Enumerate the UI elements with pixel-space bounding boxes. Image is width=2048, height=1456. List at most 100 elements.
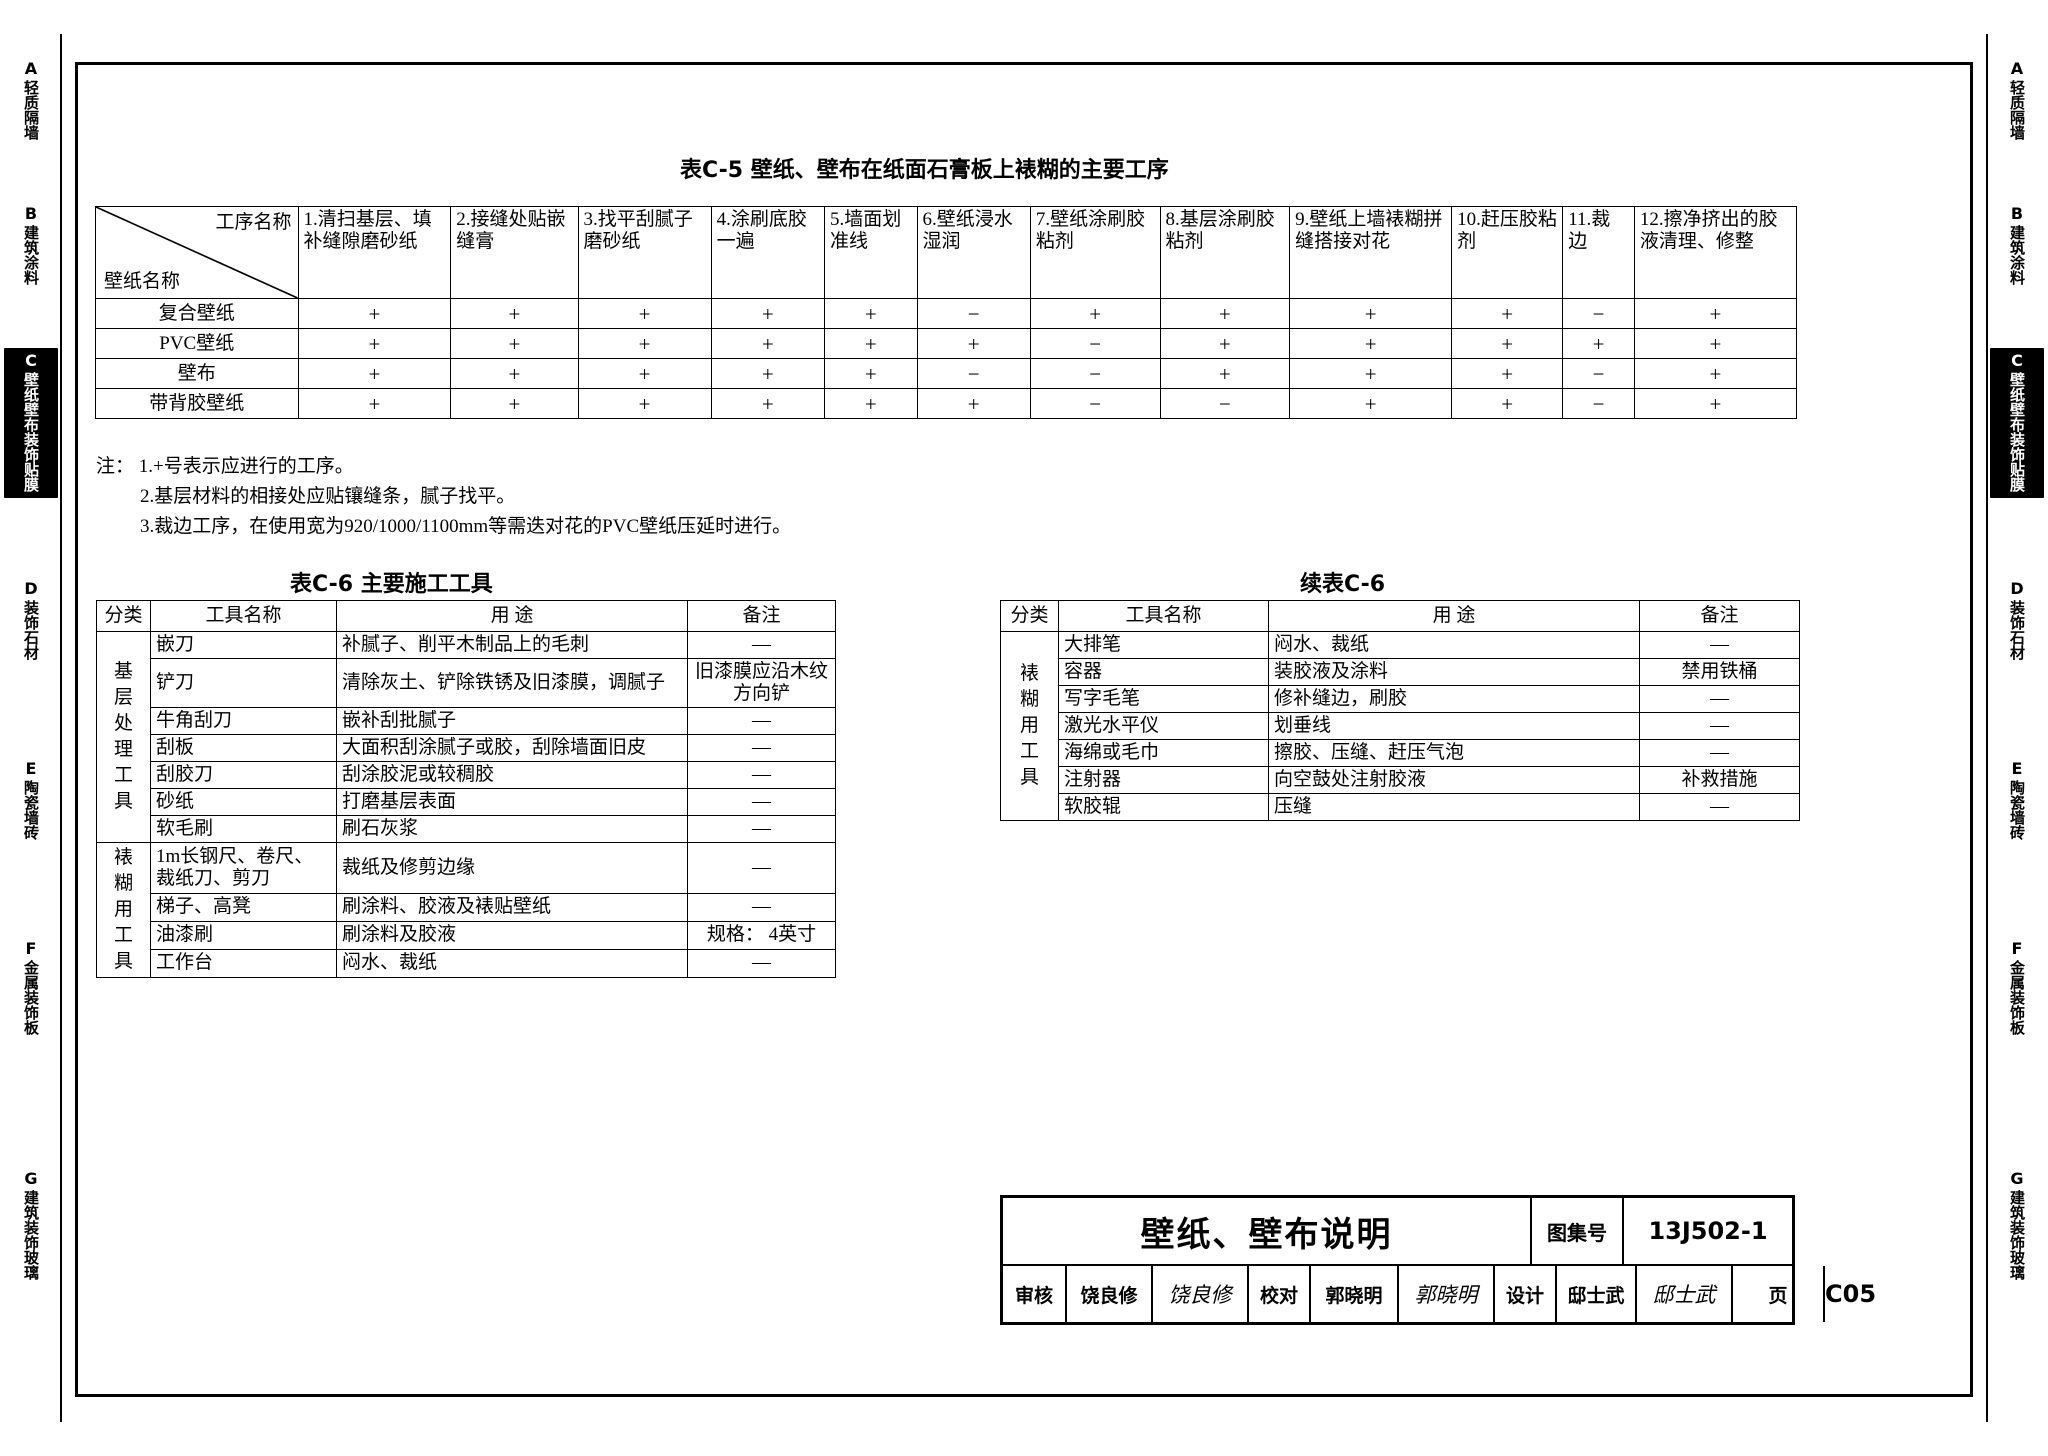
drawing-name: 壁纸、壁布说明 — [1140, 1214, 1393, 1255]
table-c5-cell-mark: + — [1633, 298, 1798, 329]
table-c5-cell-mark: + — [297, 328, 452, 359]
table-c6-tool-remark: — — [687, 892, 836, 922]
table-c6-continued-row: 激光水平仪 划垂线 — — [1001, 712, 1800, 740]
table-c5-cell-mark: + — [450, 328, 579, 359]
table-c6-continued-tool-remark: — — [1639, 685, 1800, 713]
table-c6-tool-use: 补腻子、削平木制品上的毛刺 — [336, 631, 688, 659]
table-c5-cell-mark: + — [1451, 358, 1564, 389]
table-c5-column-header: 7.壁纸涂刷胶粘剂 — [1029, 206, 1161, 299]
side-tab-d-left[interactable]: D 装饰石材 — [4, 579, 58, 661]
side-tab-b-left[interactable]: B 建筑涂料 — [4, 205, 58, 286]
table-c5-cell-mark: + — [916, 388, 1031, 419]
table-c5-cell-mark: + — [1633, 388, 1798, 419]
table-c5-row-name: PVC壁纸 — [95, 328, 299, 359]
side-tab-a-left[interactable]: A 轻质隔墙 — [4, 59, 58, 141]
table-c6-tool-use: 裁纸及修剪边缘 — [336, 842, 688, 894]
side-tab-label: 金属装饰板 — [2008, 960, 2026, 1035]
side-tab-letter: D — [24, 579, 38, 598]
side-tab-a-right[interactable]: A 轻质隔墙 — [1990, 60, 2044, 141]
table-c5-cell-mark: + — [1289, 358, 1453, 389]
table-c5-cell-mark: + — [297, 358, 452, 389]
table-c6-continued-tool-remark: — — [1639, 793, 1800, 821]
side-tab-label: 陶瓷墙砖 — [22, 780, 40, 840]
table-c5-column-header: 4.涂刷底胶一遍 — [710, 206, 825, 299]
side-tab-letter: A — [24, 59, 38, 78]
side-tab-label: 建筑涂料 — [2008, 225, 2026, 285]
table-c5-column-header: 8.基层涂刷胶粘剂 — [1159, 206, 1291, 299]
side-index-right: A 轻质隔墙 B 建筑涂料 C 壁纸壁布装饰贴膜 D 装饰石材 E 陶瓷墙砖 F… — [1986, 0, 2048, 1456]
corner-label-top: 工序名称 — [215, 212, 292, 233]
table-c6-continued-tool-name: 软胶辊 — [1058, 793, 1269, 821]
side-tab-label: 装饰石材 — [22, 600, 40, 660]
table-c5-cell-mark: + — [577, 358, 712, 389]
table-c5-row: 带背胶壁纸 + + + + + + − − + + − + — [95, 388, 1798, 419]
table-c5-column-header: 11.裁边 — [1562, 206, 1635, 299]
table-c5-cell-mark: + — [1633, 328, 1798, 359]
table-c6-tool-remark: 旧漆膜应沿木纹方向铲 — [687, 658, 836, 708]
table-c5-column-header: 5.墙面划准线 — [823, 206, 918, 299]
table-c6-continued-column-header: 工具名称 — [1058, 600, 1269, 632]
side-tab-label: 陶瓷墙砖 — [2008, 780, 2026, 840]
table-c5-column-header: 10.赶压胶粘剂 — [1451, 206, 1564, 299]
table-c6-cont-title: 续表C-6 — [1300, 572, 1386, 597]
design-signature: 邸士武 — [1635, 1266, 1731, 1322]
side-tab-d-right[interactable]: D 装饰石材 — [1990, 580, 2044, 661]
table-c6-column-header: 分类 — [96, 600, 151, 632]
table-c6-row: 裱 糊 用 工 具 1m长钢尺、卷尺、裁纸刀、剪刀 裁纸及修剪边缘 — — [96, 842, 836, 978]
table-c5-column-header: 3.找平刮腻子磨砂纸 — [577, 206, 712, 299]
side-tab-g-left[interactable]: G 建筑装饰玻璃 — [4, 1170, 58, 1281]
table-c6-continued-category-cell: 裱 糊 用 工 具 — [1000, 631, 1059, 821]
side-tab-letter: F — [25, 939, 37, 958]
table-c5-cell-mark: − — [1159, 388, 1291, 419]
side-tab-label: 建筑装饰玻璃 — [22, 1190, 40, 1280]
table-c5-cell-mark: + — [823, 328, 918, 359]
table-c6-tool-name: 工作台 — [150, 948, 337, 979]
table-c6-continued-tool-remark: — — [1639, 631, 1800, 659]
table-c6-tool-name: 梯子、高凳 — [150, 892, 337, 922]
table-c6-continued-tool-use: 闷水、裁纸 — [1268, 631, 1640, 659]
note-line-3: 3.裁边工序，在使用宽为920/1000/1100mm等需迭对花的PVC壁纸压延… — [140, 516, 792, 537]
table-c5-cell-mark: + — [1451, 388, 1564, 419]
table-c6-tool-name: 软毛刷 — [150, 815, 337, 843]
table-c6-continued-row: 软胶辊 压缝 — — [1001, 793, 1800, 821]
table-c6-continued-tool-use: 压缝 — [1268, 793, 1640, 821]
table-c6-tool-name: 牛角刮刀 — [150, 707, 337, 735]
table-c5-cell-mark: + — [297, 388, 452, 419]
table-c6-tool-name: 砂纸 — [150, 788, 337, 816]
side-tab-letter: C — [2011, 351, 2023, 370]
table-c6-continued-tool-name: 激光水平仪 — [1058, 712, 1269, 740]
side-tab-e-left[interactable]: E 陶瓷墙砖 — [4, 760, 58, 841]
side-tab-b-right[interactable]: B 建筑涂料 — [1990, 205, 2044, 286]
table-c6-tool-remark: — — [687, 815, 836, 843]
table-c6-title: 表C-6 主要施工工具 — [290, 572, 493, 597]
atlas-number-label: 图集号 — [1530, 1198, 1622, 1264]
table-c5-cell-mark: + — [916, 328, 1031, 359]
table-c6-continued-tool-remark: — — [1639, 739, 1800, 767]
side-tab-c-right[interactable]: C 壁纸壁布装饰贴膜 — [1990, 348, 2044, 498]
table-c5-cell-mark: + — [710, 358, 825, 389]
side-tab-c-left[interactable]: C 壁纸壁布装饰贴膜 — [4, 348, 58, 498]
table-c5-cell-mark: + — [450, 358, 579, 389]
table-c5-row-name: 带背胶壁纸 — [95, 388, 299, 419]
design-name: 邸士武 — [1555, 1266, 1635, 1322]
table-c6-continued-header-row: 分类 工具名称用 途备注 — [1000, 600, 1800, 632]
table-c6-tool-remark: — — [687, 788, 836, 816]
table-c6-continued-row: 海绵或毛巾 擦胶、压缝、赶压气泡 — — [1001, 739, 1800, 767]
table-c6-tool-use: 大面积刮涂腻子或胶，刮除墙面旧皮 — [336, 734, 688, 762]
side-tab-g-right[interactable]: G 建筑装饰玻璃 — [1990, 1170, 2044, 1281]
table-c5-notes: 注： 1.+号表示应进行的工序。 2.基层材料的相接处应贴镶缝条，腻子找平。 3… — [96, 452, 791, 542]
table-c6-tool-name: 嵌刀 — [150, 631, 337, 659]
side-tab-e-right[interactable]: E 陶瓷墙砖 — [1990, 760, 2044, 841]
table-c5-cell-mark: + — [1029, 298, 1161, 329]
table-c6-continued-tool-use: 装胶液及涂料 — [1268, 658, 1640, 686]
side-tab-f-left[interactable]: F 金属装饰板 — [4, 939, 58, 1036]
table-c6-column-header: 工具名称 — [150, 600, 337, 632]
table-c5-cell-mark: + — [1289, 298, 1453, 329]
table-c5-cell-mark: + — [1159, 298, 1291, 329]
side-tab-f-right[interactable]: F 金属装饰板 — [1990, 940, 2044, 1036]
table-c6-tool-use: 刷涂料及胶液 — [336, 920, 688, 950]
table-c6-header-row: 分类 工具名称用 途备注 — [96, 600, 836, 632]
table-c6-tool-remark: — — [687, 948, 836, 979]
table-c6-continued-tool-use: 修补缝边，刷胶 — [1268, 685, 1640, 713]
table-c6-continued-row: 写字毛笔 修补缝边，刷胶 — — [1001, 685, 1800, 713]
